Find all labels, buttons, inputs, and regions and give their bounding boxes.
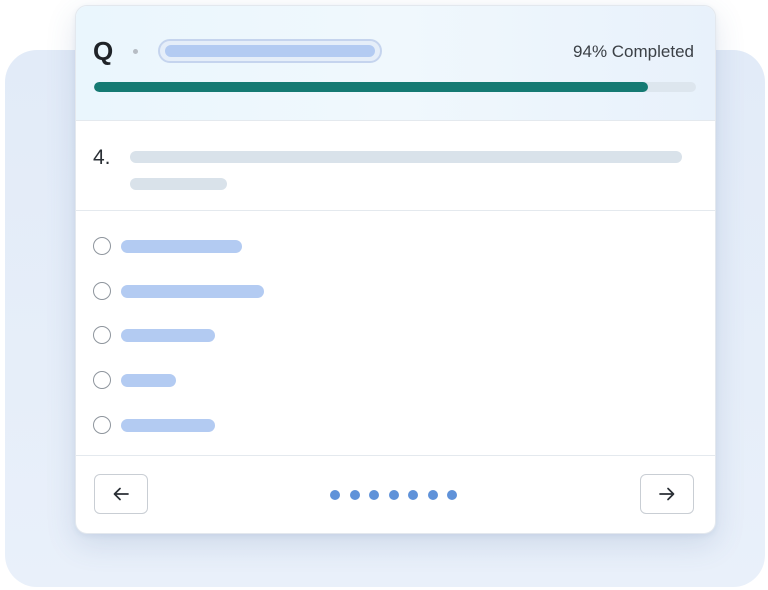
radio-button[interactable] xyxy=(93,326,111,344)
answer-option[interactable] xyxy=(93,416,693,438)
radio-button[interactable] xyxy=(93,282,111,300)
question-section: 4. xyxy=(76,121,715,211)
previous-button[interactable] xyxy=(94,474,148,514)
quiz-header: Q 94% Completed xyxy=(76,6,715,121)
answer-option[interactable] xyxy=(93,371,693,393)
radio-button[interactable] xyxy=(93,371,111,389)
quiz-logo-letter: Q xyxy=(93,36,114,66)
progress-bar xyxy=(94,82,696,92)
page-dot[interactable] xyxy=(369,490,379,500)
page-dot[interactable] xyxy=(330,490,340,500)
answer-text-placeholder xyxy=(121,285,264,298)
radio-button[interactable] xyxy=(93,416,111,434)
question-number: 4. xyxy=(93,146,111,169)
question-text-placeholder-line xyxy=(130,151,682,163)
progress-label: 94% Completed xyxy=(573,42,694,61)
quiz-title-placeholder-bar xyxy=(165,45,375,57)
page-dot[interactable] xyxy=(427,490,438,500)
arrow-right-icon xyxy=(659,487,675,501)
question-text-placeholder-line xyxy=(130,178,227,190)
quiz-card: Q 94% Completed 4. xyxy=(75,5,716,534)
answer-option[interactable] xyxy=(93,326,693,348)
answer-text-placeholder xyxy=(121,374,176,387)
separator-dot xyxy=(133,49,138,54)
answer-text-placeholder xyxy=(121,419,215,432)
page-dot[interactable] xyxy=(388,490,399,500)
scene: Q 94% Completed 4. xyxy=(0,0,768,590)
arrow-left-icon xyxy=(113,487,129,501)
quiz-title-placeholder xyxy=(158,39,382,63)
answer-text-placeholder xyxy=(121,329,215,342)
progress-bar-fill xyxy=(94,82,648,92)
page-dot[interactable] xyxy=(349,490,360,500)
page-indicator xyxy=(330,490,457,500)
quiz-footer xyxy=(76,456,715,533)
page-dot[interactable] xyxy=(408,490,418,500)
page-dot[interactable] xyxy=(447,490,457,500)
answer-option[interactable] xyxy=(93,282,693,304)
next-button[interactable] xyxy=(640,474,694,514)
answer-text-placeholder xyxy=(121,240,242,253)
answer-options xyxy=(76,211,715,456)
radio-button[interactable] xyxy=(93,237,111,255)
answer-option[interactable] xyxy=(93,237,693,259)
